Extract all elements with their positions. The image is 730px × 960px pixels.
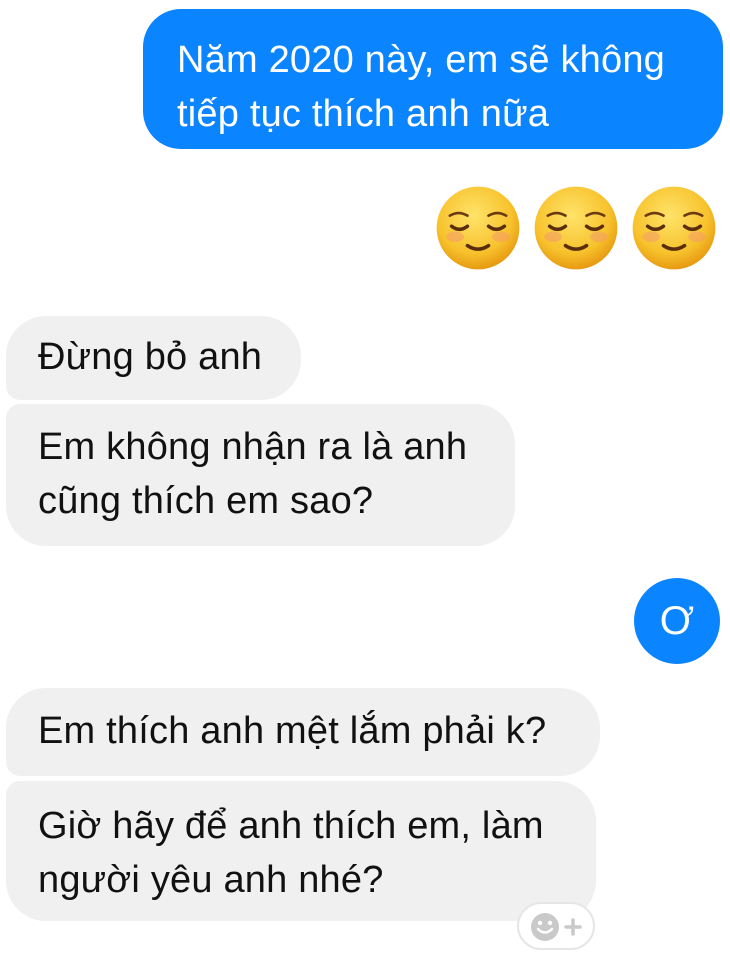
received-message-bubble[interactable]: Đừng bỏ anh <box>6 316 301 400</box>
add-reaction-icon <box>531 913 582 941</box>
sent-message-bubble[interactable]: Năm 2020 này, em sẽ không tiếp tục thích… <box>143 9 723 149</box>
smiling-face-icon <box>534 186 618 270</box>
sent-message-bubble[interactable]: Ơ <box>634 578 720 664</box>
received-message-bubble[interactable]: Giờ hãy để anh thích em, làm người yêu a… <box>6 781 596 921</box>
smiling-face-icon <box>436 186 520 270</box>
received-message-bubble[interactable]: Em không nhận ra là anh cũng thích em sa… <box>6 404 515 546</box>
sent-emoji-message[interactable] <box>434 184 724 274</box>
received-message-bubble[interactable]: Em thích anh mệt lắm phải k? <box>6 688 600 776</box>
add-reaction-button[interactable] <box>517 902 595 950</box>
smiling-face-icon <box>632 186 716 270</box>
